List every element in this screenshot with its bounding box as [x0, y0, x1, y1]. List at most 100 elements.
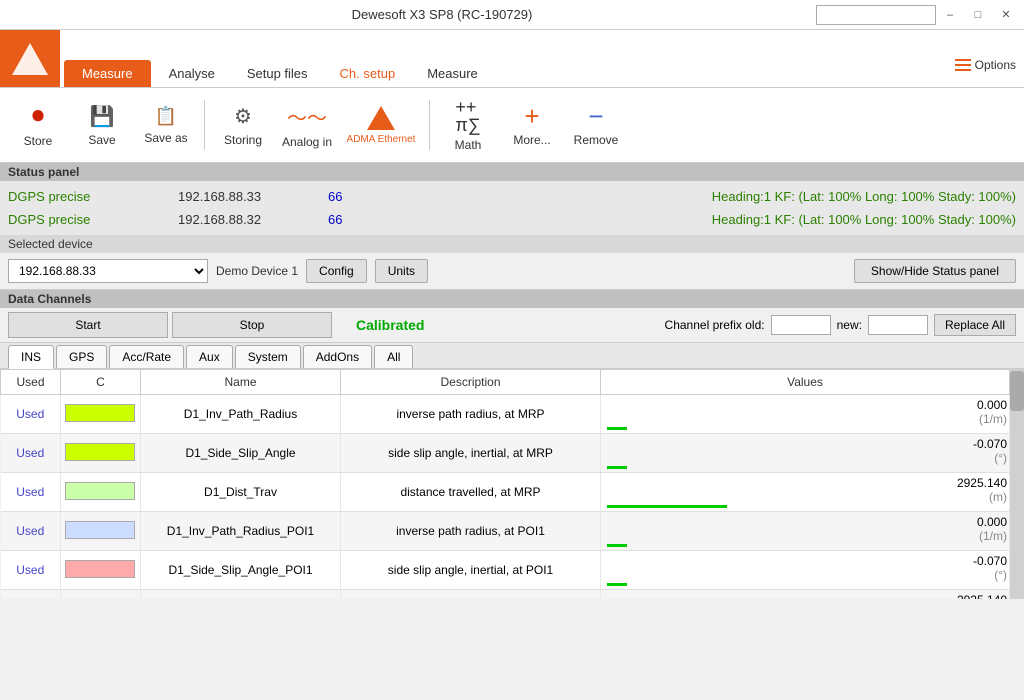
- table-row: UsedD1_Dist_Travdistance travelled, at M…: [1, 473, 1010, 512]
- cell-value: 0.000 (1/m): [601, 512, 1010, 551]
- config-button[interactable]: Config: [306, 259, 367, 283]
- status-ip-1: 192.168.88.33: [178, 189, 308, 204]
- cell-description: side slip angle, inertial, at MRP: [341, 434, 601, 473]
- col-used: Used: [1, 370, 61, 395]
- tab-ins[interactable]: INS: [8, 345, 54, 369]
- remove-icon: −: [588, 103, 603, 129]
- table-scroll-wrapper: Used C Name Description Values UsedD1_In…: [0, 369, 1010, 599]
- table-row: Used D1_Inv_Path_Radius_POI1inverse path …: [1, 512, 1010, 551]
- tab-acc-rate[interactable]: Acc/Rate: [109, 345, 184, 368]
- close-button[interactable]: ✕: [996, 5, 1016, 25]
- status-row-2: DGPS precise 192.168.88.32 66 Heading:1 …: [8, 208, 1016, 231]
- tab-measure-active[interactable]: Measure: [64, 60, 151, 87]
- selected-device-controls: 192.168.88.33 Demo Device 1 Config Units…: [0, 253, 1024, 290]
- tab-gps[interactable]: GPS: [56, 345, 107, 368]
- analog-in-icon: 〜〜: [287, 102, 327, 131]
- status-port-2[interactable]: 66: [328, 212, 358, 227]
- table-header-row: Used C Name Description Values: [1, 370, 1010, 395]
- options-label: Options: [975, 58, 1016, 72]
- selected-device-section: Selected device 192.168.88.33 Demo Devic…: [0, 235, 1024, 290]
- tab-all[interactable]: All: [374, 345, 413, 368]
- calibrated-label: Calibrated: [356, 317, 424, 333]
- hamburger-icon: [955, 59, 971, 71]
- stop-button[interactable]: Stop: [172, 312, 332, 338]
- cell-value: 0.000 (1/m): [601, 395, 1010, 434]
- tab-aux[interactable]: Aux: [186, 345, 233, 368]
- analog-in-button[interactable]: 〜〜 Analog in: [277, 93, 337, 158]
- col-name: Name: [141, 370, 341, 395]
- save-label: Save: [88, 133, 115, 147]
- window-title: Dewesoft X3 SP8 (RC-190729): [352, 7, 533, 22]
- cell-used: Used: [1, 395, 61, 434]
- cell-name: D1_Side_Slip_Angle: [141, 434, 341, 473]
- prefix-new-label: new:: [837, 318, 862, 332]
- search-input[interactable]: [816, 5, 936, 25]
- analog-in-label: Analog in: [282, 135, 332, 149]
- cell-color: [61, 434, 141, 473]
- status-panel-body: DGPS precise 192.168.88.33 66 Heading:1 …: [0, 181, 1024, 235]
- cell-used: Used: [1, 512, 61, 551]
- cell-used: Used: [1, 590, 61, 600]
- storing-label: Storing: [224, 133, 262, 147]
- maximize-button[interactable]: □: [968, 5, 988, 25]
- options-button[interactable]: Options: [955, 58, 1016, 72]
- device-name-label: Demo Device 1: [216, 264, 298, 278]
- remove-label: Remove: [574, 133, 619, 147]
- device-select[interactable]: 192.168.88.33: [8, 259, 208, 283]
- status-panel: Status panel DGPS precise 192.168.88.33 …: [0, 163, 1024, 235]
- tab-setup-files[interactable]: Setup files: [233, 60, 322, 87]
- adma-ethernet-button[interactable]: ADMA Ethernet: [341, 93, 421, 158]
- col-description: Description: [341, 370, 601, 395]
- save-as-button[interactable]: 📋 Save as: [136, 93, 196, 158]
- store-label: Store: [24, 134, 53, 148]
- remove-button[interactable]: − Remove: [566, 93, 626, 158]
- tab-ch-setup[interactable]: Ch. setup: [326, 60, 410, 87]
- adma-label: ADMA Ethernet: [347, 134, 416, 145]
- toolbar-separator-1: [204, 100, 205, 150]
- table-row: UsedD1_Dist_Trav_POI1distance travelled,…: [1, 590, 1010, 600]
- app-logo: [0, 30, 60, 87]
- table-row: UsedD1_Side_Slip_Angleside slip angle, i…: [1, 434, 1010, 473]
- scrollbar[interactable]: [1010, 369, 1024, 599]
- status-device-1: DGPS precise: [8, 189, 158, 204]
- cell-used: Used: [1, 551, 61, 590]
- tab-analyse[interactable]: Analyse: [155, 60, 229, 87]
- cell-value: 2925.140 (m): [601, 590, 1010, 600]
- more-icon: +: [524, 103, 539, 129]
- minimize-button[interactable]: –: [940, 5, 960, 25]
- math-button[interactable]: ++π∑ Math: [438, 93, 498, 158]
- store-button[interactable]: ⏺ Store: [8, 93, 68, 158]
- store-icon: ⏺: [32, 102, 44, 130]
- tab-system[interactable]: System: [235, 345, 301, 368]
- more-button[interactable]: + More...: [502, 93, 562, 158]
- table-row: UsedD1_Inv_Path_Radiusinverse path radiu…: [1, 395, 1010, 434]
- cell-used: Used: [1, 473, 61, 512]
- data-channels-header: Data Channels: [0, 290, 1024, 308]
- toolbar: ⏺ Store 💾 Save 📋 Save as ⚙ Storing 〜〜 An…: [0, 88, 1024, 163]
- cell-color: [61, 590, 141, 600]
- units-button[interactable]: Units: [375, 259, 428, 283]
- math-label: Math: [455, 138, 482, 152]
- start-button[interactable]: Start: [8, 312, 168, 338]
- replace-all-button[interactable]: Replace All: [934, 314, 1016, 336]
- save-button[interactable]: 💾 Save: [72, 93, 132, 158]
- tab-addons[interactable]: AddOns: [303, 345, 372, 368]
- scrollbar-thumb[interactable]: [1010, 371, 1024, 411]
- cell-color: [61, 512, 141, 551]
- cell-description: side slip angle, inertial, at POI1: [341, 551, 601, 590]
- status-info-1: Heading:1 KF: (Lat: 100% Long: 100% Stad…: [712, 189, 1016, 204]
- prefix-old-input[interactable]: [771, 315, 831, 335]
- cell-value: -0.070 (°): [601, 434, 1010, 473]
- prefix-new-input[interactable]: [868, 315, 928, 335]
- show-hide-button[interactable]: Show/Hide Status panel: [854, 259, 1016, 283]
- adma-icon: [367, 106, 395, 130]
- title-bar: Dewesoft X3 SP8 (RC-190729) – □ ✕: [0, 0, 1024, 30]
- cell-name: D1_Inv_Path_Radius_POI1: [141, 512, 341, 551]
- cell-description: inverse path radius, at POI1: [341, 512, 601, 551]
- storing-button[interactable]: ⚙ Storing: [213, 93, 273, 158]
- status-port-1[interactable]: 66: [328, 189, 358, 204]
- tab-measure-2[interactable]: Measure: [413, 60, 492, 87]
- channel-tabs: INS GPS Acc/Rate Aux System AddOns All: [0, 343, 1024, 369]
- menu-bar: Measure Analyse Setup files Ch. setup Me…: [0, 30, 1024, 88]
- data-channels-section: Data Channels Start Stop Calibrated Chan…: [0, 290, 1024, 599]
